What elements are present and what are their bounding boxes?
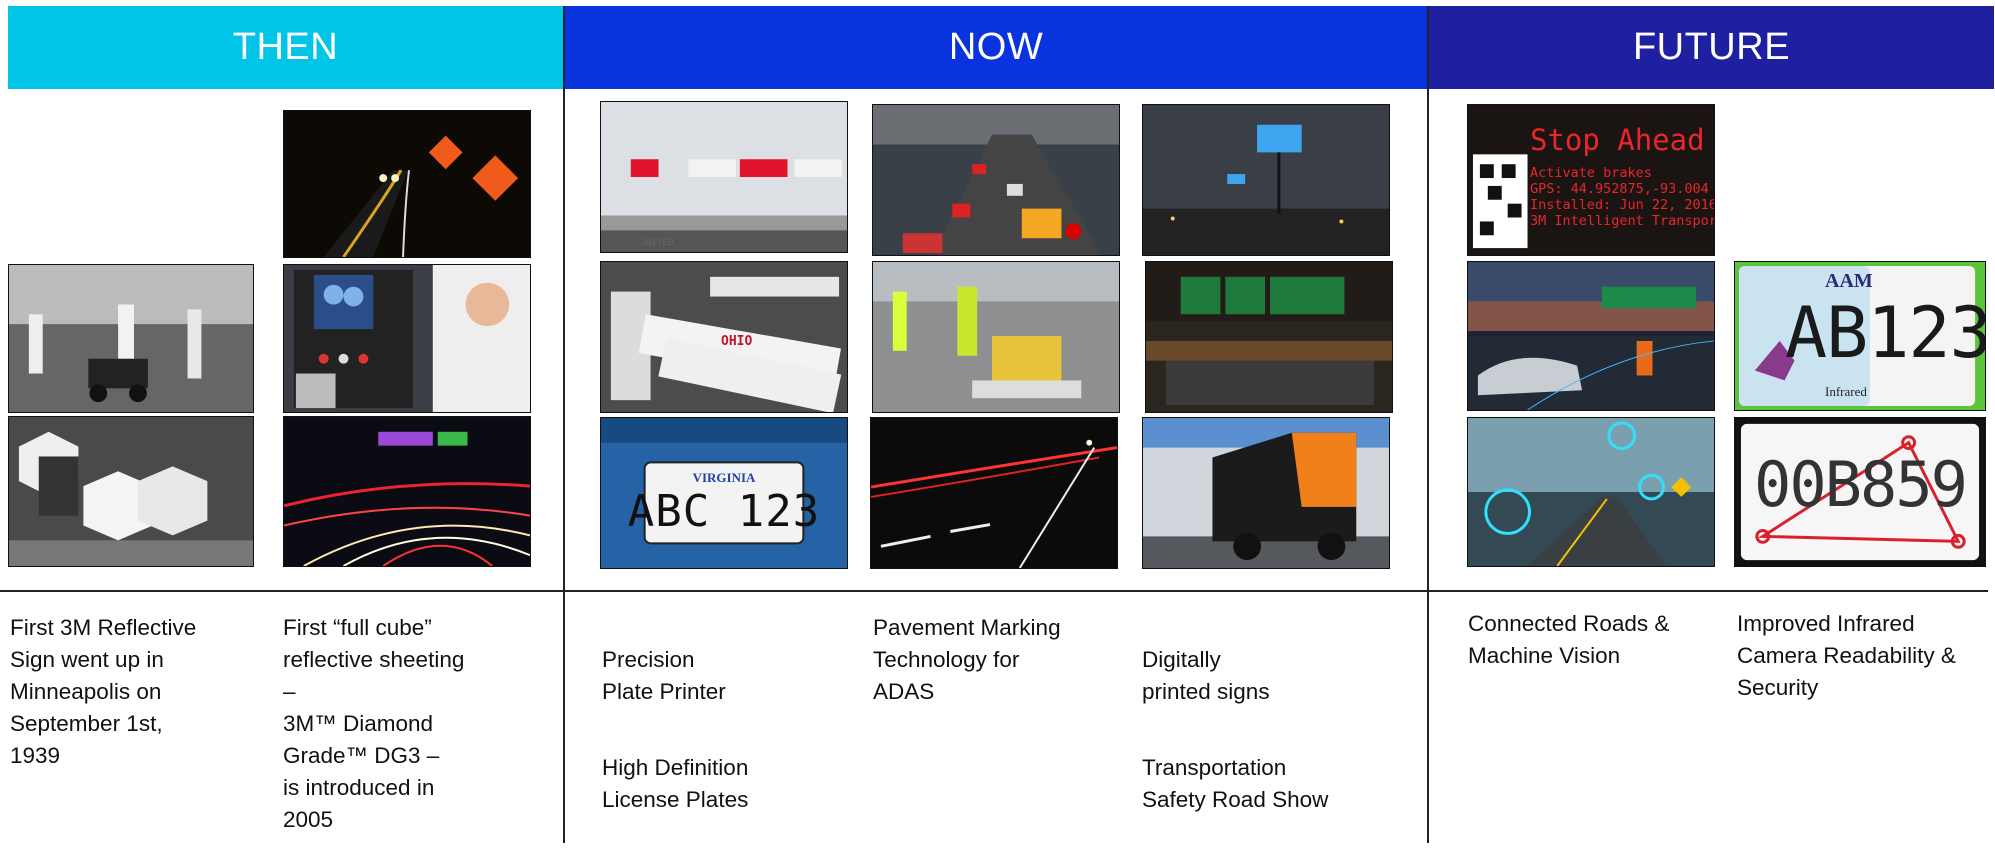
photo-ir-license-plate: AAM AB123 Infrared bbox=[1734, 261, 1986, 411]
stop-line-1: Activate brakes bbox=[1530, 165, 1652, 181]
photo-plate-printer: OHIO bbox=[600, 261, 848, 413]
photo-smart-sign-data: Stop Ahead Activate brakes GPS: 44.95287… bbox=[1467, 104, 1715, 256]
photo-ir-plate-security: 00B859 bbox=[1734, 417, 1986, 567]
now-header: NOW bbox=[565, 6, 1427, 89]
then-header: THEN bbox=[8, 6, 563, 89]
caption-plate-printer: Precision Plate Printer bbox=[602, 647, 726, 704]
photo-truck-road-show bbox=[1142, 417, 1390, 569]
caption-now-signs: Digitally printed signs Transportation S… bbox=[1142, 612, 1412, 860]
divider-then-now bbox=[563, 6, 565, 843]
caption-future-connected: Connected Roads & Machine Vision bbox=[1468, 611, 1670, 668]
plate-printer-text: OHIO bbox=[721, 334, 753, 349]
photo-machine-vision-road bbox=[1467, 417, 1715, 567]
photo-road-lane-night bbox=[870, 417, 1118, 569]
caption-now-printing: Precision Plate Printer High Definition … bbox=[602, 612, 852, 860]
photo-factory-signs bbox=[8, 416, 254, 567]
ir-plate-number: AB123 bbox=[1785, 292, 1986, 374]
caption-then-2005: First “full cube” reflective sheeting – … bbox=[283, 615, 465, 832]
plate-state: VIRGINIA bbox=[692, 470, 756, 485]
photo-workers-1939 bbox=[8, 264, 254, 413]
photo-license-plate: VIRGINIA ABC 123 bbox=[600, 417, 848, 569]
future-header: FUTURE bbox=[1429, 6, 1994, 89]
caption-now-adas: Pavement Marking Technology for ADAS bbox=[873, 615, 1061, 704]
photo-pavement-marking bbox=[872, 261, 1120, 413]
stop-ahead-title: Stop Ahead bbox=[1530, 123, 1705, 157]
caption-hd-plates: High Definition License Plates bbox=[602, 755, 749, 812]
photo-highway-traffic bbox=[872, 104, 1120, 256]
ir-plate-label: Infrared bbox=[1825, 384, 1867, 399]
photo-highway-night-trails bbox=[283, 416, 531, 567]
divider-now-future bbox=[1427, 6, 1429, 843]
caption-future-infrared: Improved Infrared Camera Readability & S… bbox=[1737, 611, 1956, 700]
stop-line-2: GPS: 44.952875,-93.004 bbox=[1530, 181, 1709, 197]
trailer-text: UNITED bbox=[641, 238, 674, 248]
photo-night-road-signs bbox=[283, 110, 531, 258]
photo-lab-technician bbox=[283, 264, 531, 413]
caption-digital-signs: Digitally printed signs bbox=[1142, 647, 1270, 704]
stop-line-3: Installed: Jun 22, 2016 bbox=[1530, 197, 1715, 213]
photo-connected-car bbox=[1467, 261, 1715, 411]
plate-number: ABC 123 bbox=[627, 486, 821, 537]
stop-line-4: 3M Intelligent Transporta bbox=[1530, 213, 1715, 229]
photo-digital-sign-night bbox=[1142, 104, 1390, 256]
divider-images-captions bbox=[0, 590, 1988, 592]
photo-overhead-signs bbox=[1145, 261, 1393, 413]
photo-trailer-reflective-tape: UNITED bbox=[600, 101, 848, 253]
caption-road-show: Transportation Safety Road Show bbox=[1142, 755, 1329, 812]
caption-then-1939: First 3M Reflective Sign went up in Minn… bbox=[10, 615, 197, 768]
ir-plate-prefix: AAM bbox=[1825, 270, 1873, 292]
ir-plate-2-number: 00B859 bbox=[1754, 448, 1968, 521]
